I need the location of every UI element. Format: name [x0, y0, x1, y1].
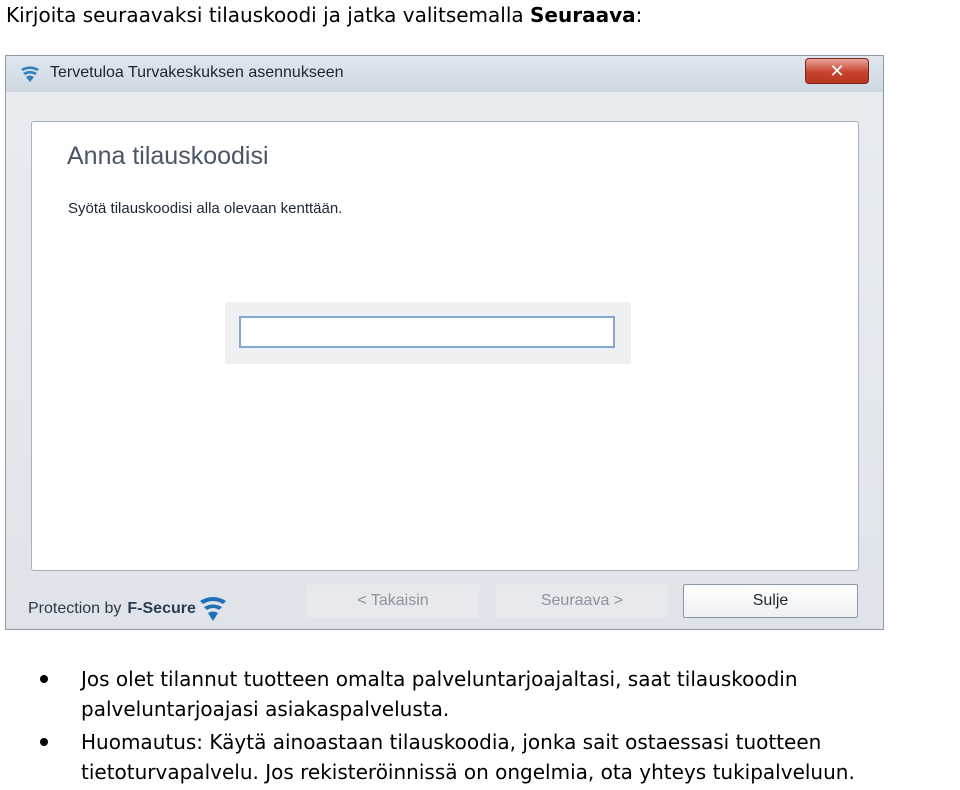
- bullet-icon: [40, 738, 48, 746]
- brand-logo: Protection by F-Secure: [28, 594, 228, 624]
- close-icon: ✕: [829, 60, 845, 82]
- f-secure-shield-icon: [21, 66, 39, 82]
- instruction-text: Syötä tilauskoodisi alla olevaan kenttää…: [68, 200, 343, 217]
- intro-text: Kirjoita seuraavaksi tilauskoodi ja jatk…: [6, 2, 642, 28]
- subscription-code-input[interactable]: [239, 316, 615, 348]
- list-item: Huomautus: Käytä ainoastaan tilauskoodia…: [0, 727, 960, 787]
- note-line: palveluntarjoajasi asiakaspalvelusta.: [81, 697, 450, 721]
- brand-name: F-Secure: [127, 600, 196, 617]
- close-button[interactable]: Sulje: [683, 584, 858, 618]
- intro-text-main: Kirjoita seuraavaksi tilauskoodi ja jatk…: [6, 3, 531, 27]
- title-bar[interactable]: Tervetuloa Turvakeskuksen asennukseen ✕: [6, 56, 883, 92]
- note-line: tietoturvapalvelu. Jos rekisteröinnissä …: [81, 760, 855, 784]
- next-button[interactable]: Seuraava >: [495, 584, 669, 618]
- back-button[interactable]: < Takaisin: [306, 584, 480, 618]
- intro-text-suffix: :: [635, 3, 643, 27]
- brand-prefix: Protection by: [28, 600, 122, 617]
- note-line: Jos olet tilannut tuotteen omalta palvel…: [81, 667, 798, 691]
- window-title: Tervetuloa Turvakeskuksen asennukseen: [50, 64, 344, 81]
- page-title: Anna tilauskoodisi: [67, 142, 269, 170]
- f-secure-logo-icon: [199, 597, 226, 621]
- installer-window: Tervetuloa Turvakeskuksen asennukseen ✕ …: [5, 55, 884, 630]
- list-item: Jos olet tilannut tuotteen omalta palvel…: [0, 664, 960, 724]
- code-input-container: [225, 302, 631, 364]
- note-line: Huomautus: Käytä ainoastaan tilauskoodia…: [81, 730, 822, 754]
- bullet-icon: [40, 675, 48, 683]
- notes-list: Jos olet tilannut tuotteen omalta palvel…: [0, 664, 960, 790]
- intro-text-bold: Seuraava: [530, 3, 636, 27]
- close-window-button[interactable]: ✕: [805, 58, 869, 84]
